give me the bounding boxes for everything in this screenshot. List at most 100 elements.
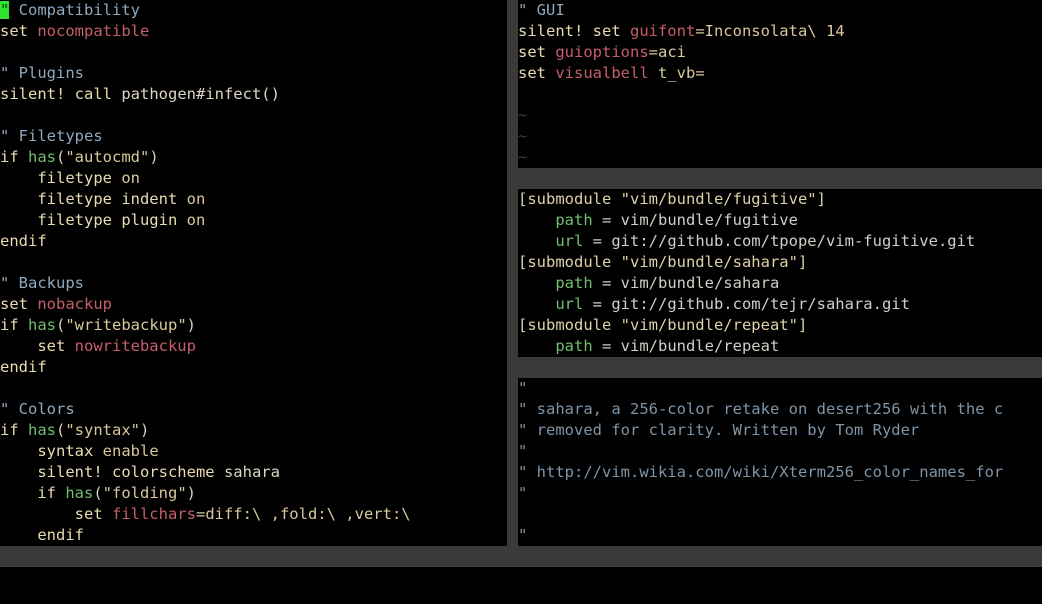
buffer-line: silent! set guifont=Inconsolata\ 14 [518, 21, 1042, 42]
code-token: nocompatible [37, 22, 150, 40]
code-token: " Plugins [0, 64, 84, 82]
buffer-line: endif [0, 357, 507, 378]
code-token: ~ [518, 127, 528, 145]
code-token: set [0, 505, 112, 523]
code-token: filetype plugin [0, 211, 187, 229]
buffer-line: [submodule "vim/bundle/sahara"] [518, 252, 1042, 273]
code-token: set [518, 43, 556, 61]
code-token: [submodule "vim/bundle/fugitive"] [518, 190, 826, 208]
buffer-line: filetype plugin on [0, 210, 507, 231]
code-token: " [518, 484, 528, 502]
buffer-line: set nowritebackup [0, 336, 507, 357]
code-token: if [0, 148, 28, 166]
code-token: on [121, 169, 140, 187]
buffer-line: " Backups [0, 273, 507, 294]
buffer-line: silent! call pathogen#infect() [0, 84, 507, 105]
code-token: = [592, 211, 621, 229]
buffer-line: " [518, 525, 1042, 546]
code-token: on [186, 190, 206, 208]
code-token: path [555, 274, 593, 292]
code-token: silent! call [0, 85, 122, 103]
code-token: silent! set [518, 22, 630, 40]
code-token: " removed for clarity. Written by Tom Ry… [518, 421, 920, 439]
code-token: "writebackup" [65, 316, 187, 334]
buffer-line: ~ [518, 126, 1042, 147]
code-token: fillchars [111, 505, 196, 523]
code-token: ) [186, 316, 197, 334]
statusline-gvimrc: ~/.gvimrc 1,1 All [518, 168, 1042, 189]
code-token: t_vb= [648, 64, 705, 82]
code-token: = [592, 274, 621, 292]
code-token: ) [149, 148, 159, 166]
code-token: Compatibility [9, 1, 140, 19]
code-token: " [518, 379, 528, 397]
command-line-area[interactable] [0, 567, 1042, 604]
buffer-line: path = vim/bundle/repeat [518, 336, 1042, 357]
code-token: set [518, 64, 556, 82]
buffer-line: " Colors [0, 399, 507, 420]
code-token: "syntax" [65, 421, 140, 439]
editor-pane-gvimrc[interactable]: " GUI silent! set guifont=Inconsolata\ 14… [518, 0, 1042, 168]
buffer-line: filetype indent on [0, 189, 507, 210]
code-token: " Colors [0, 400, 75, 418]
code-token: = [592, 337, 621, 355]
code-token: filetype [0, 169, 122, 187]
buffer-line: path = vim/bundle/fugitive [518, 210, 1042, 231]
code-token: has [65, 484, 94, 502]
code-token: has [28, 316, 56, 334]
code-token: url [555, 295, 584, 313]
editor-pane-sahara[interactable]: " " sahara, a 256-color retake on desert2… [518, 378, 1042, 546]
buffer-line: syntax enable [0, 441, 507, 462]
code-token: ( [56, 421, 66, 439]
statusline-vimrc: ~/.vimrc 1,1 Top [0, 546, 507, 567]
buffer-line: set fillchars=diff:\ ,fold:\ ,vert:\ [0, 504, 507, 525]
buffer-line: set nobackup [0, 294, 507, 315]
buffer-line: if has("writebackup") [0, 315, 507, 336]
buffer-line: set nocompatible [0, 21, 507, 42]
code-token: ) [186, 484, 197, 502]
code-token: path [555, 337, 593, 355]
code-token: path [555, 211, 593, 229]
buffer-line [0, 105, 507, 126]
code-token: =Inconsolata\ 14 [695, 22, 845, 40]
editor-pane-gitmodules[interactable]: [submodule "vim/bundle/fugitive"] path =… [518, 189, 1042, 357]
code-token: pathogen#infect() [121, 85, 280, 103]
code-token: nobackup [37, 295, 112, 313]
code-token: [submodule "vim/bundle/repeat"] [518, 316, 808, 334]
buffer-line: " [518, 483, 1042, 504]
code-token: sahara [223, 463, 280, 481]
code-token: =aci [648, 43, 686, 61]
code-token: vim/bundle/repeat [620, 337, 780, 355]
buffer-line: url = git://github.com/tpope/vim-fugitiv… [518, 231, 1042, 252]
code-token: ~ [518, 148, 528, 166]
buffer-line [0, 378, 507, 399]
buffer-line: " Compatibility [0, 0, 507, 21]
buffer-line [0, 252, 507, 273]
code-token: nowritebackup [74, 337, 196, 355]
code-token: endif [0, 526, 84, 544]
code-token: silent! colorscheme [0, 463, 224, 481]
code-token: ( [93, 484, 103, 502]
buffer-line: " removed for clarity. Written by Tom Ry… [518, 420, 1042, 441]
buffer-line: silent! colorscheme sahara [0, 462, 507, 483]
buffer-line: [submodule "vim/bundle/repeat"] [518, 315, 1042, 336]
code-token: " Backups [0, 274, 84, 292]
buffer-line: " Filetypes [0, 126, 507, 147]
editor-pane-vimrc[interactable]: " Compatibility set nocompatible " Plugins… [0, 0, 507, 546]
vertical-window-separator [507, 0, 518, 546]
buffer-line: if has("folding") [0, 483, 507, 504]
buffer-line: path = vim/bundle/sahara [518, 273, 1042, 294]
code-token: guifont [629, 22, 696, 40]
code-token: git://github.com/tpope/vim-fugitive.git [611, 232, 976, 250]
buffer-line: " GUI [518, 0, 1042, 21]
separator-bottom-joint [507, 546, 518, 567]
statusline-sahara: </bundle/sahara/colors/sahara.vim 1,1 To… [518, 546, 1042, 567]
code-token: endif [0, 232, 47, 250]
code-token: [submodule "vim/bundle/sahara"] [518, 253, 808, 271]
code-token: set [0, 337, 75, 355]
code-token: visualbell [555, 64, 649, 82]
buffer-line: filetype on [0, 168, 507, 189]
code-token: "folding" [102, 484, 187, 502]
